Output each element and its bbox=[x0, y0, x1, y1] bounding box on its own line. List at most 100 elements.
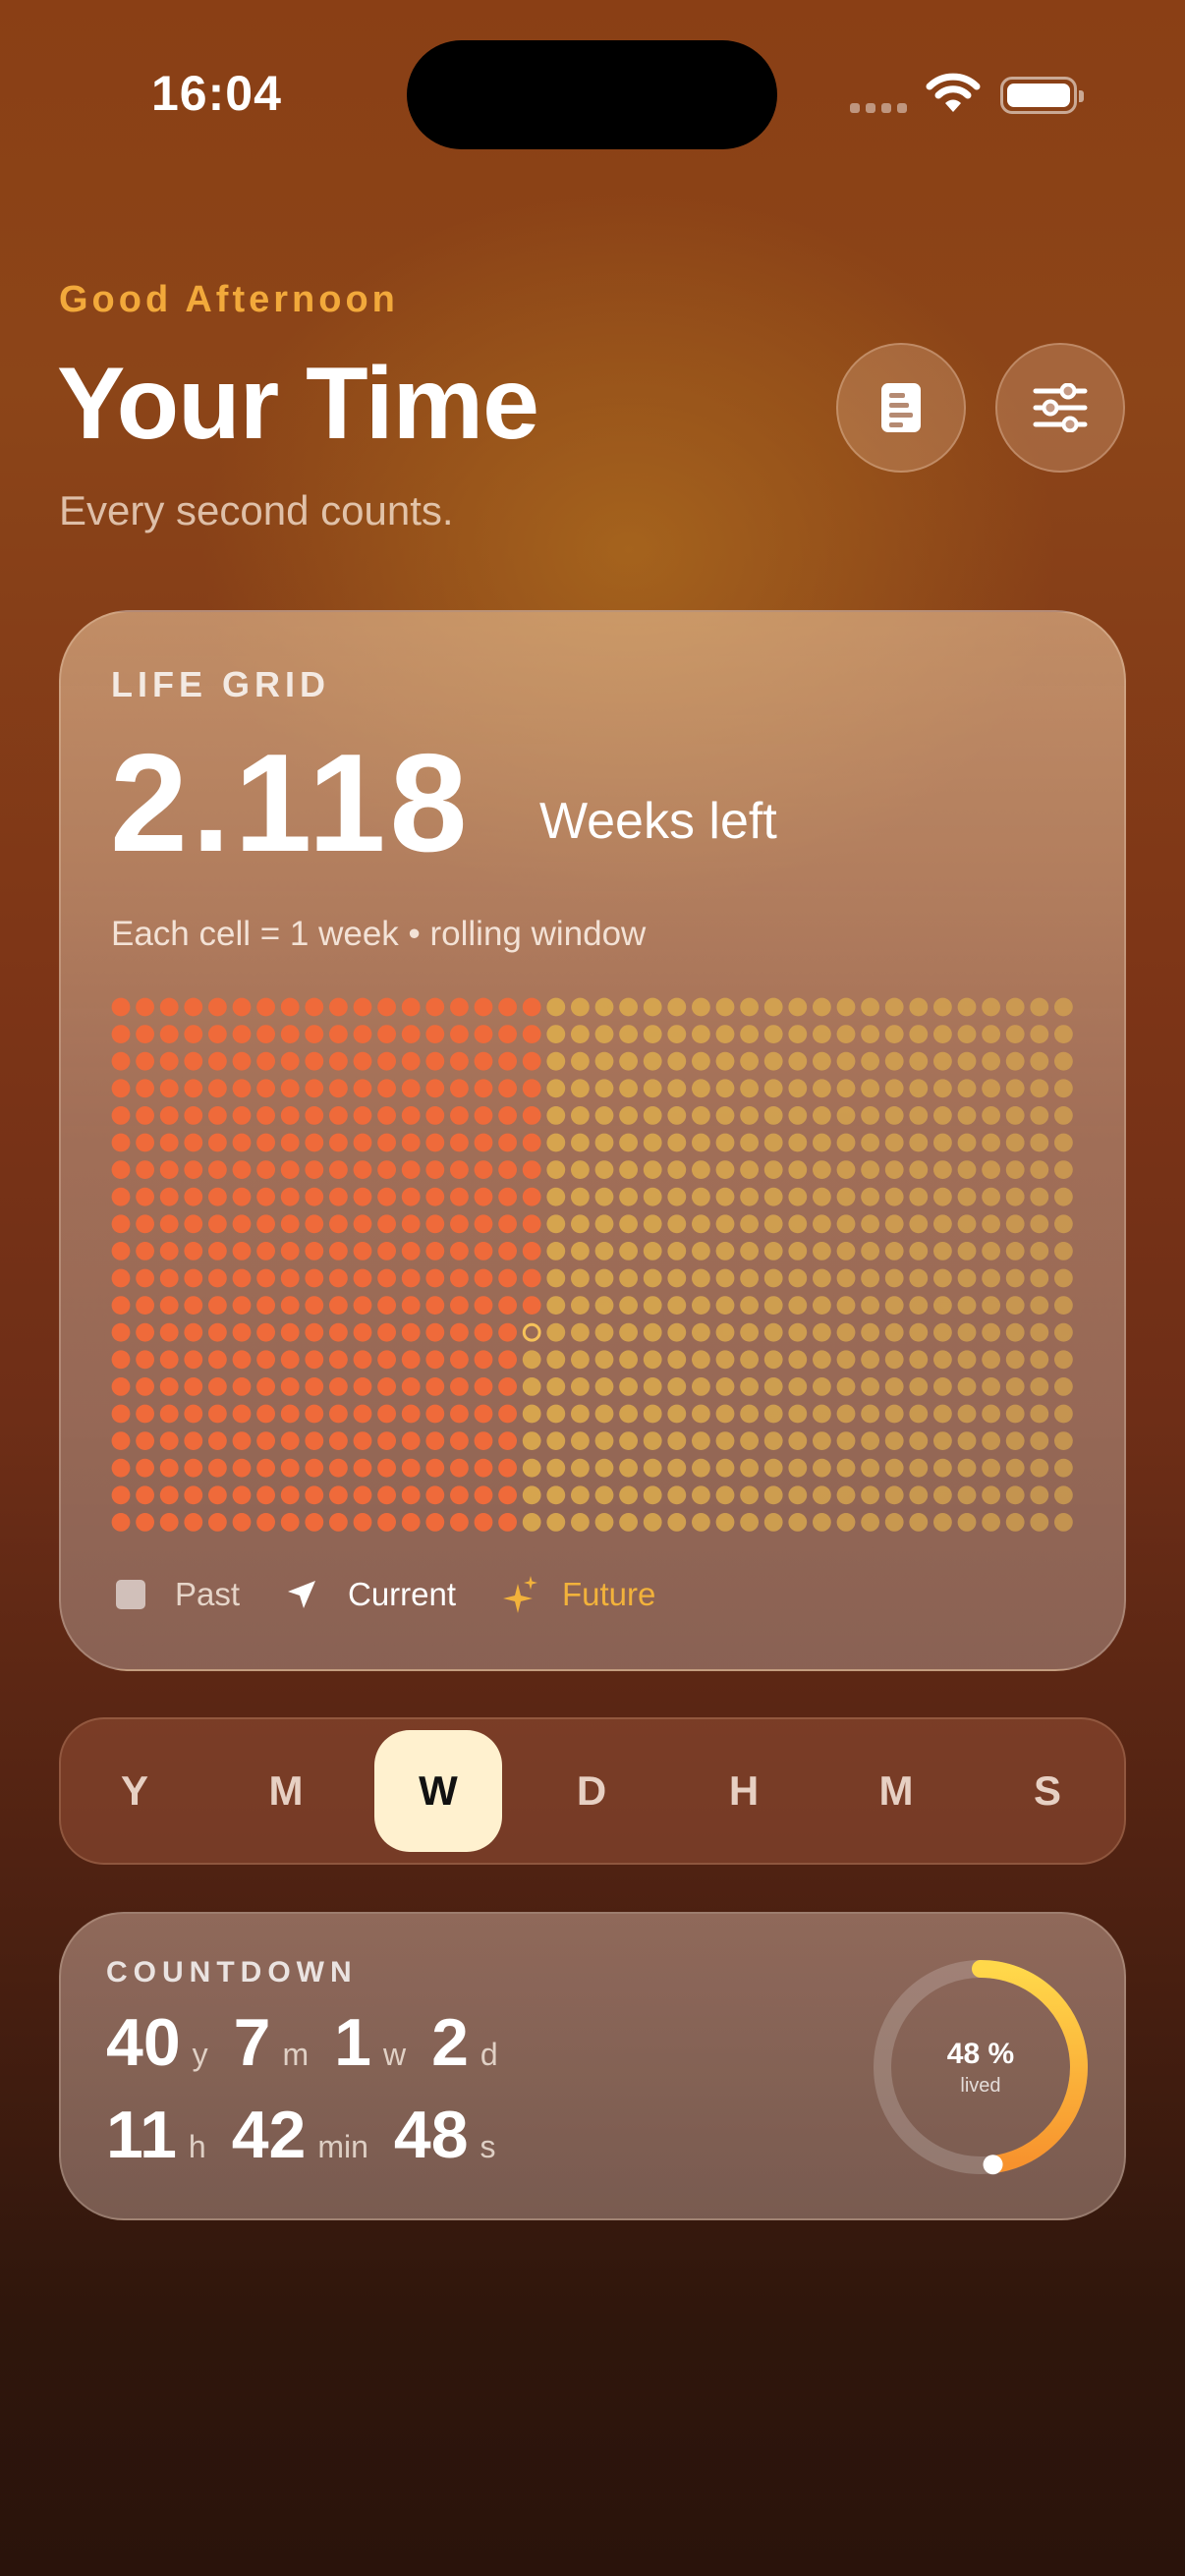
unit-option-1[interactable]: M bbox=[222, 1717, 350, 1865]
grid-cell-future bbox=[571, 1025, 590, 1043]
grid-cell-future bbox=[1054, 1458, 1073, 1478]
grid-cell-future bbox=[692, 1485, 710, 1505]
grid-cell-past bbox=[474, 1485, 493, 1505]
grid-cell-past bbox=[136, 1458, 154, 1478]
grid-cell-future bbox=[667, 1214, 687, 1234]
grid-cell-future bbox=[813, 1214, 831, 1234]
grid-cell-past bbox=[208, 1404, 227, 1424]
unit-option-4[interactable]: H bbox=[680, 1717, 808, 1865]
grid-cell-future bbox=[909, 1404, 929, 1424]
grid-cell-future bbox=[884, 1322, 904, 1342]
grid-cell-past bbox=[159, 1377, 179, 1396]
grid-cell-past bbox=[280, 1214, 300, 1234]
grid-cell-past bbox=[184, 1025, 203, 1043]
countdown-weeks: 1 bbox=[334, 2005, 371, 2080]
grid-cell-future bbox=[643, 1431, 662, 1450]
grid-cell-past bbox=[474, 1106, 493, 1125]
grid-cell-future bbox=[909, 1187, 929, 1206]
grid-cell-past bbox=[256, 1133, 275, 1152]
grid-cell-future bbox=[884, 1458, 904, 1478]
grid-cell-past bbox=[425, 1485, 445, 1505]
grid-cell-future bbox=[909, 1133, 929, 1152]
grid-cell-future bbox=[571, 1214, 590, 1234]
grid-cell-future bbox=[594, 1051, 614, 1071]
grid-cell-past bbox=[522, 997, 541, 1017]
grid-cell-past bbox=[208, 1079, 227, 1098]
grid-cell-future bbox=[884, 1079, 904, 1098]
grid-cell-past bbox=[184, 1187, 203, 1206]
grid-cell-future bbox=[715, 1431, 735, 1450]
grid-cell-past bbox=[377, 1296, 396, 1315]
grid-cell-past bbox=[498, 1485, 517, 1505]
unit-option-2[interactable]: W bbox=[374, 1730, 502, 1852]
unit-option-5[interactable]: M bbox=[832, 1717, 960, 1865]
grid-cell-future bbox=[740, 1160, 759, 1179]
lived-caption: lived bbox=[960, 2075, 1001, 2097]
grid-cell-future bbox=[836, 1079, 856, 1098]
grid-cell-past bbox=[377, 1404, 396, 1424]
grid-cell-past bbox=[111, 1079, 131, 1098]
grid-cell-past bbox=[305, 1350, 324, 1370]
grid-cell-future bbox=[619, 1214, 638, 1234]
grid-cell-past bbox=[111, 1025, 131, 1043]
grid-cell-future bbox=[619, 1404, 638, 1424]
grid-cell-future bbox=[1005, 1051, 1025, 1071]
grid-cell-future bbox=[884, 1106, 904, 1125]
grid-cell-future bbox=[861, 1431, 879, 1450]
grid-cell-future bbox=[715, 997, 735, 1017]
grid-cell-future bbox=[643, 1160, 662, 1179]
grid-cell-past bbox=[450, 1242, 469, 1260]
grid-cell-past bbox=[159, 1079, 179, 1098]
grid-cell-past bbox=[208, 1268, 227, 1288]
grid-cell-past bbox=[111, 1404, 131, 1424]
grid-cell-future bbox=[788, 1079, 808, 1098]
grid-cell-past bbox=[353, 1431, 372, 1450]
grid-cell-past bbox=[305, 1242, 324, 1260]
grid-cell-future bbox=[933, 1513, 952, 1532]
grid-cell-future bbox=[813, 1296, 831, 1315]
grid-cell-future bbox=[763, 1296, 783, 1315]
grid-cell-past bbox=[184, 1431, 203, 1450]
notes-button[interactable] bbox=[836, 343, 966, 473]
grid-cell-future bbox=[836, 1513, 856, 1532]
settings-button[interactable] bbox=[995, 343, 1125, 473]
unit-option-0[interactable]: Y bbox=[71, 1717, 198, 1865]
grid-cell-past bbox=[425, 1431, 445, 1450]
grid-cell-future bbox=[692, 1431, 710, 1450]
grid-cell-past bbox=[474, 1242, 493, 1260]
grid-cell-future bbox=[933, 1268, 952, 1288]
unit-option-3[interactable]: D bbox=[528, 1717, 655, 1865]
grid-cell-future bbox=[813, 1160, 831, 1179]
grid-cell-past bbox=[305, 1160, 324, 1179]
grid-cell-past bbox=[280, 1268, 300, 1288]
grid-cell-past bbox=[256, 1160, 275, 1179]
grid-cell-past bbox=[136, 997, 154, 1017]
grid-cell-future bbox=[619, 1296, 638, 1315]
grid-cell-past bbox=[159, 1214, 179, 1234]
grid-cell-past bbox=[232, 1431, 252, 1450]
grid-cell-future bbox=[788, 1025, 808, 1043]
grid-cell-future bbox=[594, 1214, 614, 1234]
grid-cell-future bbox=[571, 1106, 590, 1125]
grid-cell-past bbox=[280, 1242, 300, 1260]
grid-cell-future bbox=[884, 1513, 904, 1532]
grid-cell-past bbox=[401, 1268, 421, 1288]
grid-cell-past bbox=[159, 1322, 179, 1342]
grid-cell-future bbox=[933, 1296, 952, 1315]
grid-cell-past bbox=[522, 1025, 541, 1043]
grid-cell-future bbox=[884, 1187, 904, 1206]
grid-cell-past bbox=[353, 1187, 372, 1206]
grid-cell-future bbox=[1030, 1051, 1049, 1071]
grid-cell-future bbox=[884, 1133, 904, 1152]
grid-cell-future bbox=[836, 1106, 856, 1125]
grid-cell-future bbox=[522, 1513, 541, 1532]
grid-cell-future bbox=[957, 1079, 977, 1098]
grid-cell-past bbox=[377, 1485, 396, 1505]
grid-cell-past bbox=[474, 1458, 493, 1478]
grid-cell-future bbox=[957, 1458, 977, 1478]
unit-option-6[interactable]: S bbox=[984, 1717, 1111, 1865]
grid-cell-past bbox=[498, 1160, 517, 1179]
grid-cell-future bbox=[836, 1458, 856, 1478]
grid-cell-future bbox=[1030, 1350, 1049, 1370]
grid-cell-future bbox=[594, 1268, 614, 1288]
